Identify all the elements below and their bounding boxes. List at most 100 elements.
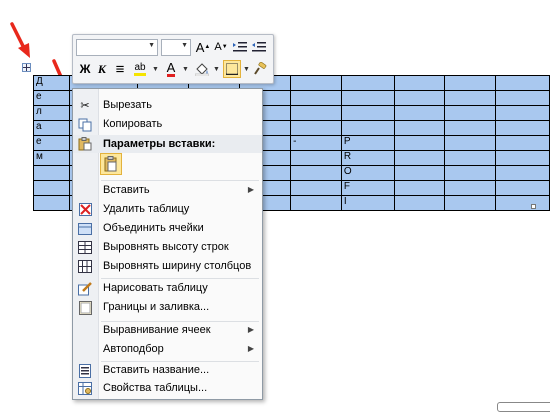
menu-item-insert-caption[interactable]: Вставить название... bbox=[73, 361, 262, 380]
table-cell[interactable] bbox=[444, 195, 496, 211]
table-cell[interactable] bbox=[393, 75, 446, 91]
table-cell[interactable] bbox=[494, 165, 550, 181]
table-cell[interactable] bbox=[393, 195, 446, 211]
table-cell[interactable] bbox=[444, 120, 496, 136]
table-cell[interactable] bbox=[393, 165, 446, 181]
table-cell[interactable] bbox=[444, 135, 496, 151]
menu-item-merge-cells[interactable]: Объединить ячейки bbox=[73, 219, 262, 238]
table-cell[interactable] bbox=[290, 120, 342, 136]
table-cell[interactable] bbox=[290, 90, 342, 106]
table-cell[interactable] bbox=[33, 180, 70, 196]
menu-item-distribute-rows[interactable]: Выровнять высоту строк bbox=[73, 238, 262, 257]
submenu-arrow-icon: ▶ bbox=[247, 344, 254, 353]
increase-indent-button[interactable] bbox=[250, 38, 268, 56]
scissors-icon: ✂ bbox=[80, 100, 90, 112]
table-cell[interactable] bbox=[494, 75, 550, 91]
table-cell[interactable]: F bbox=[340, 180, 395, 196]
menu-item-delete-table[interactable]: Удалить таблицу bbox=[73, 200, 262, 219]
table-cell[interactable] bbox=[290, 165, 342, 181]
menu-item-insert[interactable]: Вставить ▶ bbox=[73, 181, 262, 200]
table-cell[interactable] bbox=[290, 150, 342, 166]
highlight-button[interactable]: ab bbox=[131, 60, 149, 78]
table-cell[interactable]: O bbox=[340, 165, 395, 181]
table-cell[interactable] bbox=[393, 90, 446, 106]
table-cell[interactable] bbox=[494, 180, 550, 196]
table-cell[interactable]: л bbox=[33, 105, 70, 121]
bold-button[interactable]: Ж bbox=[76, 60, 94, 78]
decrease-indent-icon bbox=[233, 42, 247, 52]
grow-font-button[interactable]: A ▲ bbox=[194, 38, 212, 56]
table-cell[interactable] bbox=[494, 90, 550, 106]
table-cell[interactable]: Д bbox=[33, 75, 70, 91]
increase-indent-icon bbox=[252, 42, 266, 52]
move-handle-icon[interactable] bbox=[22, 63, 31, 72]
table-cell[interactable] bbox=[290, 75, 342, 91]
menu-item-cut[interactable]: ✂ Вырезать bbox=[73, 96, 262, 115]
table-cell[interactable]: е bbox=[33, 90, 70, 106]
table-cell[interactable] bbox=[340, 75, 395, 91]
table-cell[interactable] bbox=[494, 150, 550, 166]
table-cell[interactable] bbox=[494, 135, 550, 151]
table-cell[interactable] bbox=[340, 90, 395, 106]
table-cell[interactable] bbox=[444, 90, 496, 106]
font-size-box[interactable]: ▼ bbox=[161, 39, 191, 56]
menu-item-table-properties[interactable]: Свойства таблицы... bbox=[73, 379, 262, 398]
table-cell[interactable] bbox=[444, 165, 496, 181]
partial-box bbox=[497, 402, 550, 412]
table-cell[interactable] bbox=[444, 75, 496, 91]
table-resize-handle[interactable] bbox=[531, 204, 536, 209]
menu-item-borders-shading[interactable]: Границы и заливка... bbox=[73, 298, 262, 317]
merge-cells-icon bbox=[77, 221, 93, 236]
highlight-dropdown-icon[interactable]: ▼ bbox=[152, 66, 159, 73]
table-cell[interactable]: е bbox=[33, 135, 70, 151]
shading-dropdown-icon[interactable]: ▼ bbox=[213, 66, 220, 73]
table-cell[interactable] bbox=[393, 105, 446, 121]
table-cell[interactable] bbox=[393, 120, 446, 136]
shrink-font-button[interactable]: A ▼ bbox=[212, 38, 230, 56]
menu-item-draw-table[interactable]: Нарисовать таблицу bbox=[73, 279, 262, 298]
font-color-button[interactable]: A bbox=[162, 60, 180, 78]
menu-item-autofit[interactable]: Автоподбор ▶ bbox=[73, 340, 262, 359]
submenu-arrow-icon: ▶ bbox=[247, 325, 254, 334]
table-cell[interactable] bbox=[494, 105, 550, 121]
delete-table-icon bbox=[77, 202, 93, 217]
paste-keep-formatting-button[interactable] bbox=[100, 153, 122, 175]
font-name-box[interactable]: ▼ bbox=[76, 39, 158, 56]
table-cell[interactable]: R bbox=[340, 150, 395, 166]
menu-item-cell-alignment[interactable]: Выравнивание ячеек ▶ bbox=[73, 321, 262, 340]
table-cell[interactable] bbox=[494, 195, 550, 211]
table-cell[interactable] bbox=[340, 105, 395, 121]
table-cell[interactable] bbox=[393, 150, 446, 166]
table-cell[interactable] bbox=[444, 150, 496, 166]
paint-bucket-icon bbox=[195, 63, 209, 76]
brush-icon bbox=[254, 62, 267, 75]
copy-icon bbox=[77, 117, 93, 132]
menu-item-distribute-cols[interactable]: Выровнять ширину столбцов bbox=[73, 257, 262, 276]
table-cell[interactable] bbox=[393, 135, 446, 151]
table-cell[interactable] bbox=[33, 165, 70, 181]
decrease-indent-button[interactable] bbox=[231, 38, 249, 56]
table-cell[interactable]: - bbox=[290, 135, 342, 151]
table-cell[interactable]: м bbox=[33, 150, 70, 166]
table-cell[interactable] bbox=[340, 120, 395, 136]
borders-dropdown-icon[interactable]: ▼ bbox=[243, 66, 250, 73]
font-color-dropdown-icon[interactable]: ▼ bbox=[182, 66, 189, 73]
table-cell[interactable] bbox=[444, 105, 496, 121]
shading-button[interactable] bbox=[193, 60, 211, 78]
borders-button[interactable] bbox=[223, 60, 241, 78]
table-cell[interactable] bbox=[494, 120, 550, 136]
table-cell[interactable] bbox=[290, 180, 342, 196]
table-cell[interactable] bbox=[290, 195, 342, 211]
table-cell[interactable] bbox=[444, 180, 496, 196]
menu-item-copy[interactable]: Копировать bbox=[73, 115, 262, 134]
table-cell[interactable] bbox=[393, 180, 446, 196]
italic-button[interactable]: К bbox=[93, 60, 111, 78]
distribute-columns-icon bbox=[77, 259, 93, 274]
table-cell[interactable]: а bbox=[33, 120, 70, 136]
table-cell[interactable] bbox=[33, 195, 70, 211]
center-align-button[interactable]: ≡ bbox=[111, 60, 129, 78]
table-cell[interactable]: I bbox=[340, 195, 395, 211]
table-cell[interactable] bbox=[290, 105, 342, 121]
format-painter-button[interactable] bbox=[251, 60, 269, 78]
table-cell[interactable]: Р bbox=[340, 135, 395, 151]
